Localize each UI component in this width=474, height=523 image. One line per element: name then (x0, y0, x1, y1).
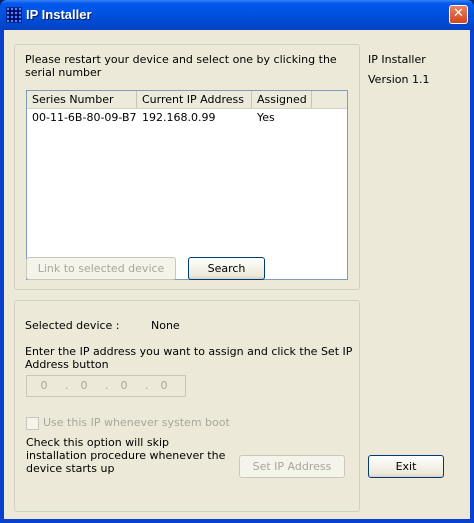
ip-octet-2: 0 (80, 379, 88, 392)
device-ip: 192.168.0.99 (142, 111, 216, 124)
device-assigned: Yes (257, 111, 275, 124)
instructions-text: Please restart your device and select on… (25, 53, 337, 79)
exit-button[interactable]: Exit (368, 455, 444, 478)
window-title: IP Installer (26, 7, 92, 22)
use-ip-on-boot-checkbox[interactable] (26, 417, 39, 430)
ip-octet-3: 0 (120, 379, 128, 392)
ip-octet-4: 0 (160, 379, 168, 392)
window-frame-right (470, 30, 474, 523)
close-icon[interactable]: ✕ (449, 5, 468, 24)
ip-installer-window: IP Installer ✕ Please restart your devic… (0, 0, 474, 523)
ip-separator: . (65, 379, 69, 392)
boot-option-note: Check this option will skip installation… (26, 436, 226, 475)
device-row[interactable]: 00-11-6B-80-09-B7 192.168.0.99 Yes (27, 110, 347, 125)
ip-prompt-text: Enter the IP address you want to assign … (25, 345, 353, 371)
selected-device-value: None (151, 319, 180, 332)
set-ip-address-button[interactable]: Set IP Address (239, 455, 345, 478)
column-header-series-number[interactable]: Series Number (27, 91, 137, 108)
device-serial: 00-11-6B-80-09-B7 (32, 111, 137, 124)
version-text: Version 1.1 (368, 73, 430, 86)
ip-separator: . (105, 379, 109, 392)
app-name-text: IP Installer (368, 53, 426, 66)
ip-separator: . (145, 379, 149, 392)
selected-device-label: Selected device : (25, 319, 120, 332)
device-list[interactable]: Series Number Current IP Address Assigne… (26, 90, 348, 280)
device-list-header: Series Number Current IP Address Assigne… (27, 91, 347, 109)
column-header-assigned[interactable]: Assigned (252, 91, 312, 108)
client-area: Please restart your device and select on… (4, 30, 470, 519)
ip-address-input[interactable]: 0 . 0 . 0 . 0 (26, 375, 186, 397)
link-device-button[interactable]: Link to selected device (26, 257, 176, 280)
window-frame-bottom (0, 519, 474, 523)
use-ip-on-boot-label: Use this IP whenever system boot (43, 416, 230, 429)
search-button[interactable]: Search (188, 257, 265, 280)
ip-octet-1: 0 (40, 379, 48, 392)
app-icon (6, 7, 22, 23)
title-bar[interactable]: IP Installer ✕ (0, 0, 474, 30)
column-header-current-ip[interactable]: Current IP Address (137, 91, 252, 108)
